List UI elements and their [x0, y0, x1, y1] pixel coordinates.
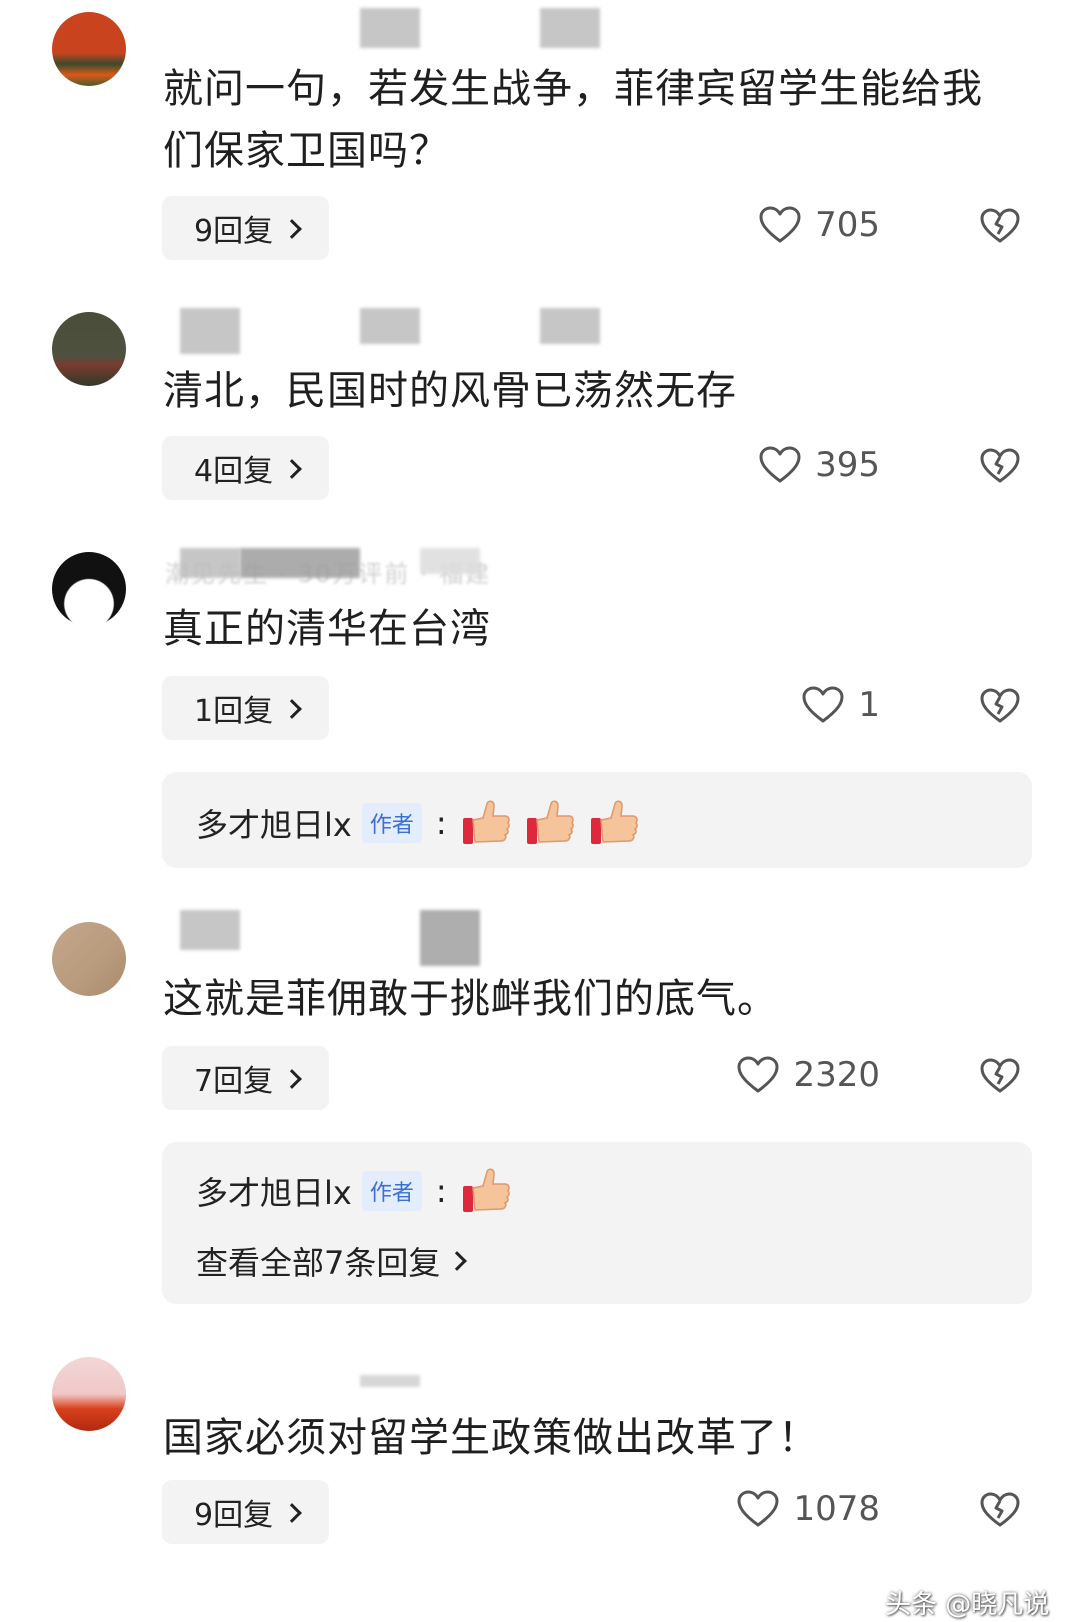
chevron-right-icon [282, 459, 302, 479]
comment-meta-redacted [165, 0, 625, 48]
chevron-right-icon [447, 1251, 468, 1271]
avatar[interactable] [52, 1357, 126, 1431]
chevron-right-icon [282, 1069, 302, 1089]
comment-text: 真正的清华在台湾 [163, 606, 491, 652]
thumbs-up-emoji [526, 800, 574, 844]
broken-heart-icon [980, 1058, 1020, 1093]
heart-outline-icon [759, 446, 801, 483]
replies-label: 4回复 [194, 454, 274, 489]
broken-heart-icon [980, 208, 1020, 243]
thumbs-up-emoji [590, 800, 638, 844]
heart-outline-icon [802, 686, 844, 723]
thumbs-up-emoji [462, 800, 510, 844]
replies-button[interactable]: 7回复 [162, 1046, 330, 1110]
chevron-right-icon [282, 1503, 302, 1523]
heart-outline-icon [737, 1490, 779, 1527]
replies-button[interactable]: 4回复 [162, 436, 330, 500]
replies-button[interactable]: 1回复 [162, 676, 330, 740]
comment-text: 清北，民国时的风骨已荡然无存 [163, 368, 737, 414]
comment-meta-redacted: 潮见先生 · 30万评前 · 福建 [165, 540, 625, 588]
author-reply-box[interactable]: 多才旭日lx 作者 : [162, 772, 1032, 868]
comment-text: 这就是菲佣敢于挑衅我们的底气。 [163, 976, 778, 1022]
like-button[interactable]: 1078 [737, 1489, 880, 1529]
author-name[interactable]: 多才旭日lx [196, 800, 352, 846]
replies-label: 1回复 [194, 694, 274, 729]
replies-label: 9回复 [194, 1498, 274, 1533]
avatar[interactable] [52, 552, 126, 626]
view-all-replies-link[interactable]: 查看全部7条回复 [196, 1238, 468, 1284]
chevron-right-icon [282, 699, 302, 719]
like-button[interactable]: 395 [759, 445, 880, 485]
heart-outline-icon [759, 206, 801, 243]
broken-heart-icon [980, 688, 1020, 723]
replies-label: 7回复 [194, 1064, 274, 1099]
comment-text: 就问一句，若发生战争，菲律宾留学生能给我们保家卫国吗？ [163, 66, 983, 174]
author-reply-box[interactable]: 多才旭日lx 作者 : 查看全部7条回复 [162, 1142, 1032, 1304]
dislike-button[interactable] [980, 448, 1020, 488]
author-badge: 作者 [361, 1171, 422, 1211]
comment-meta-redacted [165, 300, 625, 354]
comment-text: 国家必须对留学生政策做出改革了！ [163, 1415, 819, 1461]
broken-heart-icon [980, 1492, 1020, 1527]
dislike-button[interactable] [980, 1058, 1020, 1098]
dislike-button[interactable] [980, 1492, 1020, 1532]
watermark: 头条 @晓凡说 [885, 1590, 1050, 1620]
reply-colon: : [435, 1172, 447, 1210]
avatar[interactable] [52, 922, 126, 996]
like-count: 2320 [793, 1055, 880, 1095]
like-count: 395 [815, 445, 880, 485]
comment-meta-redacted [165, 910, 625, 966]
chevron-right-icon [282, 219, 302, 239]
like-button[interactable]: 1 [802, 685, 880, 725]
replies-label: 9回复 [194, 214, 274, 249]
author-name[interactable]: 多才旭日lx [196, 1168, 352, 1214]
dislike-button[interactable] [980, 208, 1020, 248]
comment-meta-redacted [165, 1345, 625, 1387]
heart-outline-icon [737, 1056, 779, 1093]
like-button[interactable]: 705 [759, 205, 880, 245]
view-all-label: 查看全部7条回复 [196, 1244, 441, 1282]
thumbs-up-emoji [462, 1168, 510, 1212]
avatar[interactable] [52, 312, 126, 386]
like-button[interactable]: 2320 [737, 1055, 880, 1095]
author-reply: 多才旭日lx 作者 : [196, 1166, 511, 1216]
replies-button[interactable]: 9回复 [162, 1480, 330, 1544]
dislike-button[interactable] [980, 688, 1020, 728]
broken-heart-icon [980, 448, 1020, 483]
like-count: 705 [815, 205, 880, 245]
like-count: 1078 [793, 1489, 880, 1529]
replies-button[interactable]: 9回复 [162, 196, 330, 260]
author-reply: 多才旭日lx 作者 : [196, 798, 639, 848]
like-count: 1 [858, 685, 880, 725]
reply-colon: : [435, 804, 447, 842]
author-badge: 作者 [361, 803, 422, 843]
avatar[interactable] [52, 12, 126, 86]
